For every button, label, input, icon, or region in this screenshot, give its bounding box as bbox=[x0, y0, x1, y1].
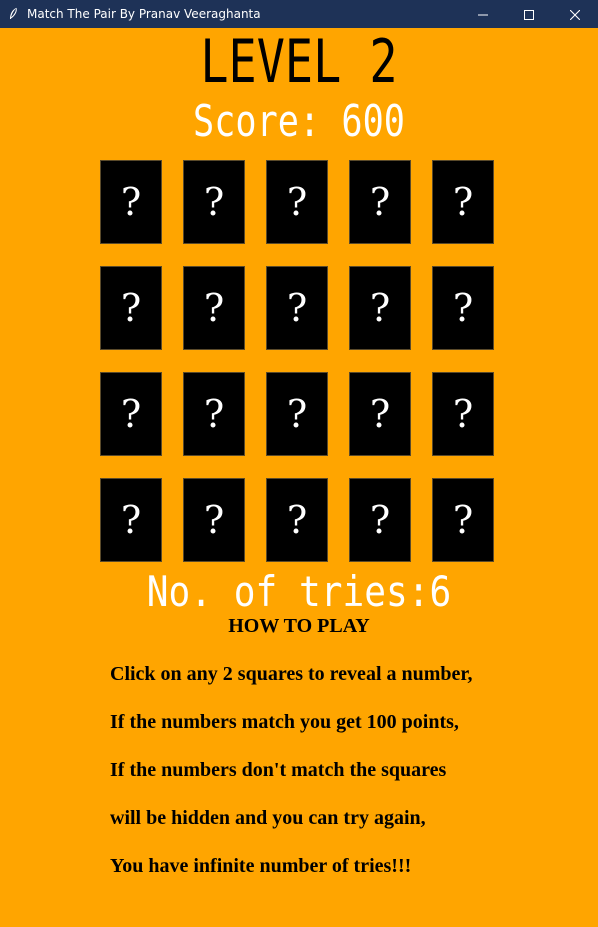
tries-counter: No. of tries:6 bbox=[146, 567, 452, 616]
hidden-card-symbol: ? bbox=[286, 180, 308, 224]
hidden-card-symbol: ? bbox=[452, 286, 474, 330]
card-tile-r1-c5[interactable]: ? bbox=[432, 160, 494, 244]
hidden-card-symbol: ? bbox=[369, 180, 391, 224]
card-tile-r4-c1[interactable]: ? bbox=[100, 478, 162, 562]
card-tile-r1-c2[interactable]: ? bbox=[183, 160, 245, 244]
hidden-card-symbol: ? bbox=[452, 392, 474, 436]
hidden-card-symbol: ? bbox=[286, 286, 308, 330]
card-tile-r3-c5[interactable]: ? bbox=[432, 372, 494, 456]
hidden-card-symbol: ? bbox=[369, 286, 391, 330]
card-tile-r2-c2[interactable]: ? bbox=[183, 266, 245, 350]
hidden-card-symbol: ? bbox=[203, 286, 225, 330]
maximize-icon bbox=[524, 5, 534, 24]
hidden-card-symbol: ? bbox=[452, 180, 474, 224]
hidden-card-symbol: ? bbox=[120, 498, 142, 542]
card-tile-r2-c5[interactable]: ? bbox=[432, 266, 494, 350]
card-tile-r1-c1[interactable]: ? bbox=[100, 160, 162, 244]
card-tile-r1-c4[interactable]: ? bbox=[349, 160, 411, 244]
card-tile-r4-c5[interactable]: ? bbox=[432, 478, 494, 562]
hidden-card-symbol: ? bbox=[369, 498, 391, 542]
minimize-icon bbox=[478, 5, 488, 24]
instruction-line-3: If the numbers don't match the squares bbox=[110, 759, 447, 781]
card-tile-r1-c3[interactable]: ? bbox=[266, 160, 328, 244]
card-tile-r4-c4[interactable]: ? bbox=[349, 478, 411, 562]
how-to-play-title: HOW TO PLAY bbox=[228, 615, 370, 637]
hidden-card-symbol: ? bbox=[203, 180, 225, 224]
instruction-line-1: Click on any 2 squares to reveal a numbe… bbox=[110, 663, 473, 685]
card-tile-r2-c1[interactable]: ? bbox=[100, 266, 162, 350]
card-tile-r4-c3[interactable]: ? bbox=[266, 478, 328, 562]
score-display: Score: 600 bbox=[193, 96, 405, 147]
hidden-card-symbol: ? bbox=[369, 392, 391, 436]
card-tile-r3-c3[interactable]: ? bbox=[266, 372, 328, 456]
hidden-card-symbol: ? bbox=[452, 498, 474, 542]
window-controls bbox=[460, 0, 598, 28]
hidden-card-symbol: ? bbox=[203, 392, 225, 436]
hidden-card-symbol: ? bbox=[286, 392, 308, 436]
card-tile-r3-c4[interactable]: ? bbox=[349, 372, 411, 456]
instruction-line-2: If the numbers match you get 100 points, bbox=[110, 711, 459, 733]
card-tile-r2-c4[interactable]: ? bbox=[349, 266, 411, 350]
hidden-card-symbol: ? bbox=[120, 180, 142, 224]
instruction-line-4: will be hidden and you can try again, bbox=[110, 807, 426, 829]
feather-icon bbox=[8, 7, 18, 21]
card-tile-r4-c2[interactable]: ? bbox=[183, 478, 245, 562]
card-tile-r3-c2[interactable]: ? bbox=[183, 372, 245, 456]
hidden-card-symbol: ? bbox=[120, 392, 142, 436]
title-bar: Match The Pair By Pranav Veeraghanta bbox=[0, 0, 598, 28]
maximize-button[interactable] bbox=[506, 0, 552, 28]
instruction-line-5: You have infinite number of tries!!! bbox=[110, 855, 412, 877]
card-tile-r2-c3[interactable]: ? bbox=[266, 266, 328, 350]
hidden-card-symbol: ? bbox=[203, 498, 225, 542]
window-title: Match The Pair By Pranav Veeraghanta bbox=[27, 7, 261, 21]
hidden-card-symbol: ? bbox=[286, 498, 308, 542]
level-heading: LEVEL 2 bbox=[200, 27, 398, 97]
card-tile-r3-c1[interactable]: ? bbox=[100, 372, 162, 456]
hidden-card-symbol: ? bbox=[120, 286, 142, 330]
close-icon bbox=[569, 5, 581, 24]
minimize-button[interactable] bbox=[460, 0, 506, 28]
close-button[interactable] bbox=[552, 0, 598, 28]
